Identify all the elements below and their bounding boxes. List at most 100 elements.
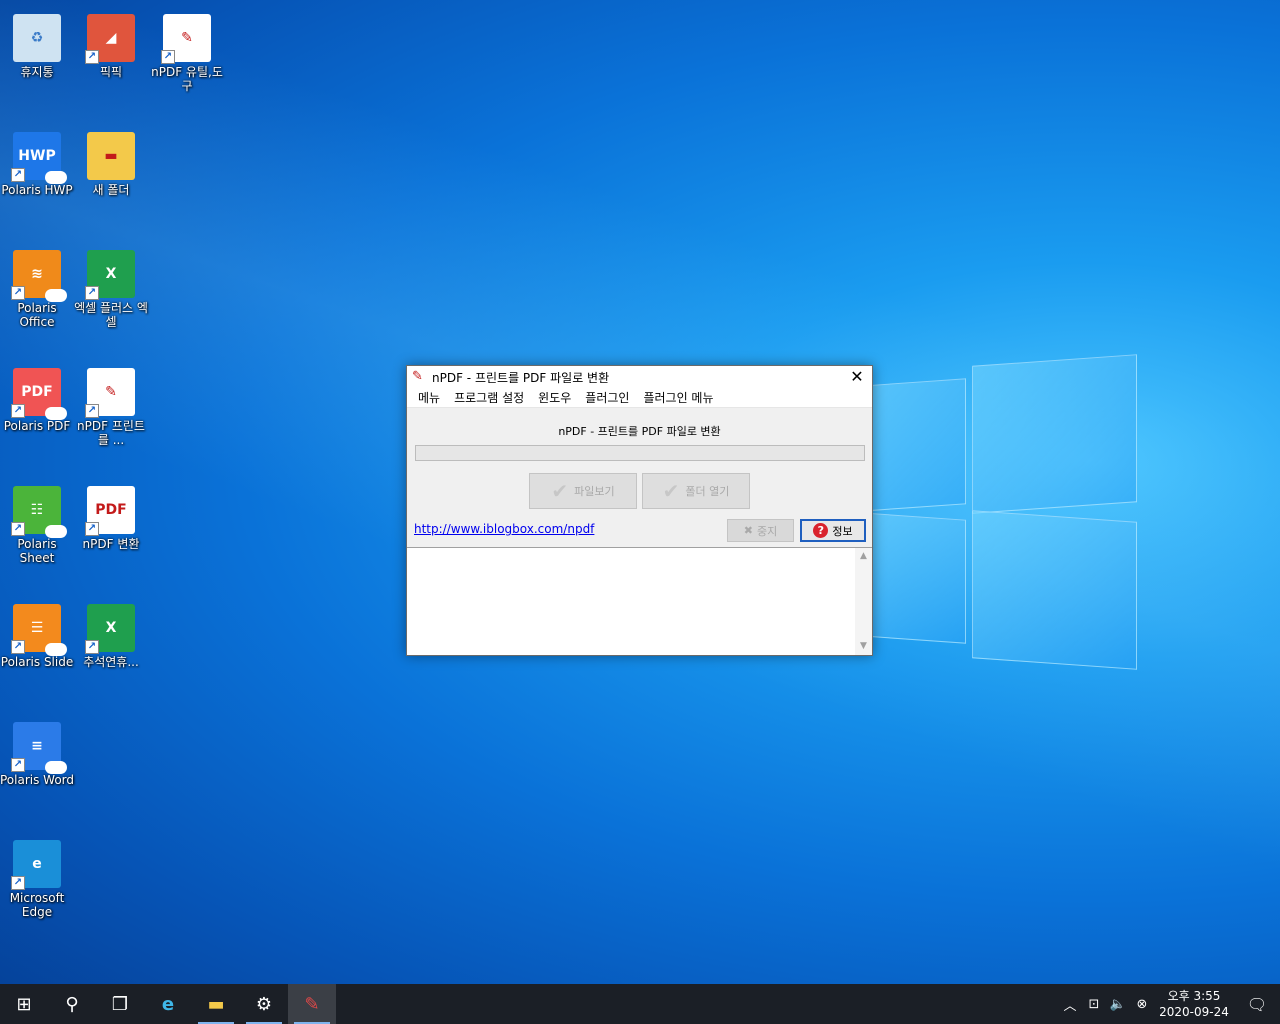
shortcut-arrow-icon: ↗ xyxy=(161,50,175,64)
app-icon: X ↗ xyxy=(85,250,135,300)
app-icon: PDF ↗ xyxy=(85,486,135,536)
progress-bar xyxy=(415,445,865,461)
menu-bar: 메뉴 프로그램 설정 윈도우 플러그인 플러그인 메뉴 xyxy=(407,388,872,408)
info-label: 정보 xyxy=(832,524,853,538)
menu-item-plugin[interactable]: 플러그인 xyxy=(578,389,636,406)
desktop-icon[interactable]: ✎ ↗ nPDF 프린트를 ... xyxy=(74,362,148,447)
dialog-titlebar[interactable]: ✎ nPDF - 프린트를 PDF 파일로 변환 ✕ xyxy=(407,366,872,388)
desktop-icon-label: 휴지통 xyxy=(20,65,54,79)
desktop-icon[interactable]: X ↗ 엑셀 플러스 엑셀 xyxy=(74,244,148,329)
desktop-icon[interactable]: ≋ ↗ Polaris Office xyxy=(0,244,74,329)
desktop-icon-label: nPDF 프린트를 ... xyxy=(77,419,145,447)
desktop-icon-label: Polaris PDF xyxy=(3,419,71,433)
taskbar-npdf[interactable]: ✎ xyxy=(288,984,336,1024)
task-view-icon: ❐ xyxy=(111,993,129,1015)
app-icon: HWP ↗ xyxy=(11,132,67,184)
start-button[interactable]: ⊞ xyxy=(0,984,48,1024)
task-view-button[interactable]: ❐ xyxy=(96,984,144,1024)
stop-button[interactable]: ✖ 중지 xyxy=(727,519,794,542)
app-icon: ✎ ↗ xyxy=(85,368,135,418)
cloud-icon xyxy=(45,407,67,420)
app-icon: X ↗ xyxy=(85,604,135,654)
log-textarea[interactable]: ▲ ▼ xyxy=(407,547,872,655)
desktop-icon[interactable]: ☰ ↗ Polaris Slide xyxy=(0,598,74,669)
menu-item-menu[interactable]: 메뉴 xyxy=(411,389,447,406)
app-icon: ▬ xyxy=(87,132,135,180)
desktop-icon-label: nPDF 유틸,도구 xyxy=(151,65,223,93)
app-icon: e ↗ xyxy=(11,840,61,890)
shortcut-arrow-icon: ↗ xyxy=(11,876,25,890)
app-icon: ≋ ↗ xyxy=(11,250,67,302)
shortcut-arrow-icon: ↗ xyxy=(85,640,99,654)
npdf-icon: ✎ xyxy=(304,993,320,1015)
desktop-icon[interactable]: ♻ 휴지통 xyxy=(0,8,74,79)
scroll-up-icon[interactable]: ▲ xyxy=(855,548,872,565)
cloud-icon xyxy=(45,171,67,184)
app-icon: ≡ ↗ xyxy=(11,722,67,774)
file-explorer-icon: ▬ xyxy=(207,993,225,1015)
search-icon: ⚲ xyxy=(65,993,79,1015)
menu-item-window[interactable]: 윈도우 xyxy=(531,389,578,406)
wallpaper-windows-logo xyxy=(860,354,1140,670)
app-icon: ♻ xyxy=(13,14,61,62)
open-folder-button[interactable]: ✔ 폴더 열기 xyxy=(642,473,750,509)
desktop-icon[interactable]: ◢ ↗ 픽픽 xyxy=(74,8,148,79)
settings-icon: ⚙ xyxy=(255,993,273,1015)
desktop-icon[interactable]: ▬ 새 폴더 xyxy=(74,126,148,197)
desktop-icon[interactable]: ≡ ↗ Polaris Word xyxy=(0,716,74,787)
network-icon[interactable]: ⊡ xyxy=(1082,997,1106,1012)
desktop-icon-label: nPDF 변환 xyxy=(82,537,140,551)
scroll-down-icon[interactable]: ▼ xyxy=(855,638,872,655)
taskbar-file-explorer[interactable]: ▬ xyxy=(192,984,240,1024)
search-button[interactable]: ⚲ xyxy=(48,984,96,1024)
desktop-icon[interactable]: ☷ ↗ Polaris Sheet xyxy=(0,480,74,565)
homepage-link[interactable]: http://www.iblogbox.com/npdf xyxy=(414,522,594,536)
shortcut-arrow-icon: ↗ xyxy=(11,640,25,654)
shortcut-arrow-icon: ↗ xyxy=(85,286,99,300)
volume-icon[interactable]: 🔈 xyxy=(1106,997,1130,1012)
help-icon: ? xyxy=(813,523,829,538)
desktop-icon[interactable]: PDF ↗ Polaris PDF xyxy=(0,362,74,433)
shortcut-arrow-icon: ↗ xyxy=(85,522,99,536)
taskbar-settings[interactable]: ⚙ xyxy=(240,984,288,1024)
desktop-icon[interactable]: e ↗ Microsoft Edge xyxy=(0,834,74,919)
desktop-icon[interactable]: X ↗ 추석연휴... xyxy=(74,598,148,669)
menu-item-program-settings[interactable]: 프로그램 설정 xyxy=(447,389,531,406)
desktop-icon-label: 추석연휴... xyxy=(83,655,139,669)
desktop-icon[interactable]: ✎ ↗ nPDF 유틸,도구 xyxy=(150,8,224,93)
desktop-icon-label: Microsoft Edge xyxy=(9,891,65,919)
desktop-icon-label: Polaris Slide xyxy=(0,655,74,669)
menu-item-plugin-menu[interactable]: 플러그인 메뉴 xyxy=(636,389,720,406)
taskbar: ⊞ ⚲ ❐ e ▬ ⚙ ✎ ︿ ⊡ 🔈 ⊗ 오후 3:55 2020-09-24… xyxy=(0,984,1280,1024)
stop-label: 중지 xyxy=(756,524,778,538)
log-scrollbar[interactable]: ▲ ▼ xyxy=(855,548,872,655)
desktop-icon-label: Polaris Sheet xyxy=(17,537,57,565)
desktop-icon-label: 픽픽 xyxy=(99,65,123,79)
taskbar-edge[interactable]: e xyxy=(144,984,192,1024)
shortcut-arrow-icon: ↗ xyxy=(11,404,25,418)
cloud-icon xyxy=(45,525,67,538)
view-file-button[interactable]: ✔ 파일보기 xyxy=(529,473,637,509)
shortcut-arrow-icon: ↗ xyxy=(11,522,25,536)
close-button[interactable]: ✕ xyxy=(842,366,872,388)
clock-time: 오후 3:55 xyxy=(1167,989,1221,1003)
cloud-icon xyxy=(45,643,67,656)
check-icon: ✔ xyxy=(551,479,569,503)
desktop-icon-label: Polaris Word xyxy=(0,773,75,787)
info-button[interactable]: ? 정보 xyxy=(800,519,866,542)
windows-start-icon: ⊞ xyxy=(16,993,32,1015)
chevron-up-icon[interactable]: ︿ xyxy=(1058,995,1082,1014)
edge-icon: e xyxy=(161,993,175,1015)
app-icon: ◢ ↗ xyxy=(85,14,135,64)
clock[interactable]: 오후 3:55 2020-09-24 xyxy=(1154,988,1234,1020)
notification-icon[interactable]: 🗨 xyxy=(1234,995,1280,1014)
app-icon: PDF ↗ xyxy=(11,368,67,420)
desktop-icon[interactable]: PDF ↗ nPDF 변환 xyxy=(74,480,148,551)
desktop-icon[interactable]: HWP ↗ Polaris HWP xyxy=(0,126,74,197)
shortcut-arrow-icon: ↗ xyxy=(85,404,99,418)
status-x-icon[interactable]: ⊗ xyxy=(1130,997,1154,1012)
desktop-icon-label: Polaris HWP xyxy=(1,183,73,197)
shortcut-arrow-icon: ↗ xyxy=(85,50,99,64)
dialog-heading: nPDF - 프린트를 PDF 파일로 변환 xyxy=(558,425,721,438)
desktop-icon-label: Polaris Office xyxy=(17,301,57,329)
